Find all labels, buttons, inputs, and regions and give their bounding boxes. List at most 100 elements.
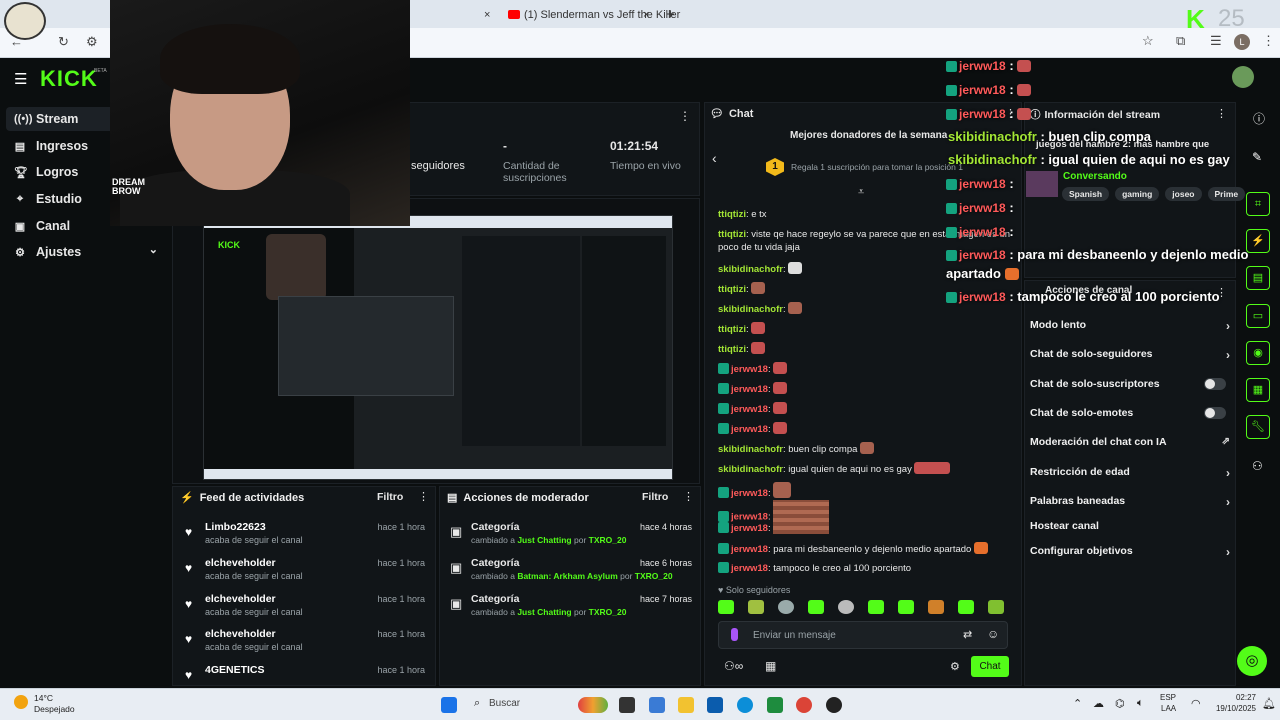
channel-action-age-restriction[interactable]: Restricción de edad › [1030,466,1230,480]
user-avatar[interactable] [1232,66,1254,88]
tag-chip[interactable]: Spanish [1062,187,1110,201]
feed-name[interactable]: elcheveholder [205,593,276,605]
feed-menu-icon[interactable]: ⋮ [418,490,429,503]
profile-avatar[interactable]: L [1234,34,1250,50]
emotes-only-toggle[interactable] [1204,407,1226,419]
emote-icon[interactable] [958,600,974,614]
emote-icon[interactable] [988,600,1004,614]
browser-tab[interactable]: (1) Slenderman vs Jeff the Killer [508,4,680,26]
chat-username[interactable]: ttiqtizi [718,209,746,220]
tag-chip[interactable]: gaming [1115,187,1160,201]
obs-icon[interactable] [826,697,842,713]
reload-icon[interactable]: ↻ [58,34,69,50]
edge-icon[interactable] [737,697,753,713]
mod-item-user[interactable]: TXRO_20 [589,535,627,545]
chat-username[interactable]: jerww18 [731,544,768,555]
community-icon[interactable]: ⚇∞ [724,659,743,673]
cloud-icon[interactable]: ☁ [1093,697,1104,710]
mod-item-category[interactable]: Batman: Arkham Asylum [517,571,617,581]
chat-bubble-icon[interactable]: ▭ [1246,304,1270,328]
chat-username[interactable]: jerww18 [731,512,768,523]
chat-username[interactable]: ttiqtizi [718,344,746,355]
wifi-icon[interactable]: ◠ [1191,697,1201,710]
subs-only-toggle[interactable] [1204,378,1226,390]
gift-prompt[interactable]: Regala 1 suscripción para tomar la posic… [791,162,963,172]
stream-category[interactable]: Conversando [1063,171,1127,182]
copilot-icon[interactable] [649,697,665,713]
broadcast-icon[interactable]: ◉ [1246,341,1270,365]
lightning-icon[interactable]: ⚡ [1246,229,1270,253]
channel-action-followers-only[interactable]: Chat de solo-seguidores › [1030,348,1230,362]
chat-username[interactable]: skibidinachofr [718,444,783,455]
xbox-icon[interactable] [767,697,783,713]
chrome-icon[interactable] [796,697,812,713]
extensions-icon[interactable]: ⧉ [1176,33,1185,49]
site-info-icon[interactable]: ⚙ [86,34,98,50]
channel-action-host[interactable]: Hostear canal [1030,520,1230,532]
channel-action-goals[interactable]: Configurar objetivos › [1030,545,1230,559]
feed-filter[interactable]: Filtro [377,491,403,503]
menu-kebab-icon[interactable]: ⋮ [1262,33,1275,49]
document-icon[interactable]: ▤ [1246,266,1270,290]
chat-username[interactable]: ttiqtizi [718,284,746,295]
channel-action-ai-moderation[interactable]: Moderación del chat con IA ⇗ [1030,436,1230,448]
weather-desc[interactable]: Despejado [34,704,75,714]
tag-chip[interactable]: Prime [1207,187,1246,201]
bookmark-star-icon[interactable]: ☆ [1142,33,1154,49]
tab-close-icon[interactable]: × [484,4,490,26]
mic-icon[interactable] [731,628,738,641]
chat-username[interactable]: jerww18 [731,404,768,415]
speaker-icon[interactable]: 🔈︎ [1137,697,1144,710]
edit-icon[interactable]: ✎ [1252,150,1262,164]
info-icon[interactable]: ⓘ [1253,110,1265,127]
taskbar-search[interactable]: Buscar [489,698,520,709]
notification-bell-icon[interactable]: 🔔︎ [1262,697,1276,710]
language-code[interactable]: ESP [1160,693,1176,702]
collapse-icon[interactable]: ⩡ [858,186,864,199]
store-icon[interactable] [707,697,723,713]
emote-icon[interactable] [928,600,944,614]
chat-input[interactable]: Enviar un mensaje ⇄ ☺ [718,621,1008,649]
emote-icon[interactable] [868,600,884,614]
chat-username[interactable]: ttiqtizi [718,324,746,335]
mod-item-user[interactable]: TXRO_20 [589,607,627,617]
chat-username[interactable]: jerww18 [731,424,768,435]
store-icon[interactable]: ▦ [765,659,776,673]
panel-menu-icon[interactable]: ⋮ [679,109,691,123]
support-button[interactable]: ◎ [1237,646,1267,676]
file-explorer-icon[interactable] [678,697,694,713]
emote-icon[interactable] [808,600,824,614]
feed-name[interactable]: Limbo22623 [205,521,266,533]
sidebar-item-ajustes[interactable]: ⚙ Ajustes ⌄ [6,240,166,264]
stream-preview[interactable]: KICK [203,215,673,480]
emote-icon[interactable] [898,600,914,614]
translate-icon[interactable]: ⇄ [963,628,972,641]
mod-filter[interactable]: Filtro [642,491,668,503]
layout-icon[interactable]: ▦ [1246,378,1270,402]
chat-username[interactable]: jerww18 [731,563,768,574]
focus-icon[interactable]: ⌗ [1246,192,1270,216]
chat-username[interactable]: skibidinachofr [718,304,783,315]
emote-icon[interactable] [838,600,854,614]
kick-logo[interactable]: KICK [40,66,98,92]
emoji-icon[interactable]: ☺ [987,627,999,641]
chat-username[interactable]: ttiqtizi [718,229,746,240]
new-tab-button[interactable]: + [666,4,675,26]
language-layout[interactable]: LAA [1161,704,1176,713]
chat-settings-icon[interactable]: ⚙ [950,660,960,673]
channel-action-banned-words[interactable]: Palabras baneadas › [1030,495,1230,509]
task-view-icon[interactable] [619,697,635,713]
network-icon[interactable]: ⌬ [1115,697,1125,710]
emote-icon[interactable] [718,600,734,614]
send-chat-button[interactable]: Chat [971,656,1009,677]
chat-username[interactable]: skibidinachofr [718,264,783,275]
chat-username[interactable]: jerww18 [731,523,768,534]
feed-name[interactable]: elcheveholder [205,628,276,640]
emote-icon[interactable] [748,600,764,614]
downloads-icon[interactable]: ☰ [1210,33,1222,49]
mod-item-category[interactable]: Just Chatting [517,535,571,545]
clock-date[interactable]: 19/10/2025 [1210,704,1256,713]
channel-action-slow-mode[interactable]: Modo lento › [1030,319,1230,333]
feed-name[interactable]: 4GENETICS [205,664,265,676]
chat-username[interactable]: jerww18 [731,488,768,499]
